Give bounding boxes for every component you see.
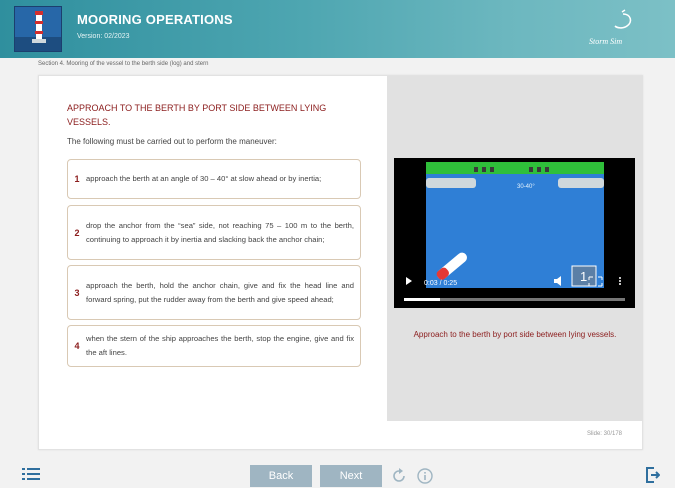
next-button[interactable]: Next <box>320 465 382 487</box>
step-item: 4 when the stern of the ship approaches … <box>67 325 361 367</box>
step-text: drop the anchor from the “sea” side, not… <box>86 220 354 244</box>
app-logo <box>14 6 62 52</box>
slide-counter: Slide: 30/178 <box>586 431 622 437</box>
video-progress-fill <box>404 298 440 301</box>
instructions-panel: APPROACH TO THE BERTH BY PORT SIDE BETWE… <box>67 101 367 146</box>
step-item: 2 drop the anchor from the “sea” side, n… <box>67 205 361 260</box>
step-text: when the stern of the ship approaches th… <box>86 334 354 357</box>
step-text: approach the berth at an angle of 30 – 4… <box>86 174 322 183</box>
app-version: Version: 02/2023 <box>77 33 130 40</box>
step-text: approach the berth, hold the anchor chai… <box>86 280 354 304</box>
app-header: MOORING OPERATIONS Version: 02/2023 Stor… <box>0 0 675 58</box>
step-item: 3 approach the berth, hold the anchor ch… <box>67 265 361 320</box>
svg-text:Storm Sim: Storm Sim <box>589 37 622 46</box>
step-number: 3 <box>74 287 80 298</box>
angle-label: 30-40° <box>517 184 535 190</box>
section-breadcrumb: Section 4. Mooring of the vessel to the … <box>38 61 209 67</box>
video-caption: Approach to the berth by port side betwe… <box>413 330 617 339</box>
content-intro: The following must be carried out to per… <box>67 137 277 146</box>
step-item: 1 approach the berth at an angle of 30 –… <box>67 159 361 199</box>
video-badge: 1 <box>580 269 587 284</box>
step-number: 2 <box>74 227 80 238</box>
step-number: 4 <box>74 341 80 351</box>
video-time: 0:03 / 0:25 <box>424 280 457 287</box>
reload-icon[interactable] <box>390 467 408 485</box>
app-title: MOORING OPERATIONS <box>77 12 233 27</box>
back-button[interactable]: Back <box>250 465 312 487</box>
content-card: APPROACH TO THE BERTH BY PORT SIDE BETWE… <box>38 75 643 450</box>
content-title: APPROACH TO THE BERTH BY PORT SIDE BETWE… <box>67 103 327 127</box>
exit-icon[interactable] <box>646 467 661 483</box>
step-number: 1 <box>74 174 80 184</box>
info-icon[interactable] <box>416 467 434 485</box>
media-panel: 30-40° 1 0:03 / 0:25 Approach to the ber… <box>387 76 643 421</box>
video-player[interactable]: 30-40° 1 0:03 / 0:25 <box>394 158 635 308</box>
menu-list-icon[interactable] <box>22 467 40 481</box>
brand-logo: Storm Sim <box>583 8 663 50</box>
